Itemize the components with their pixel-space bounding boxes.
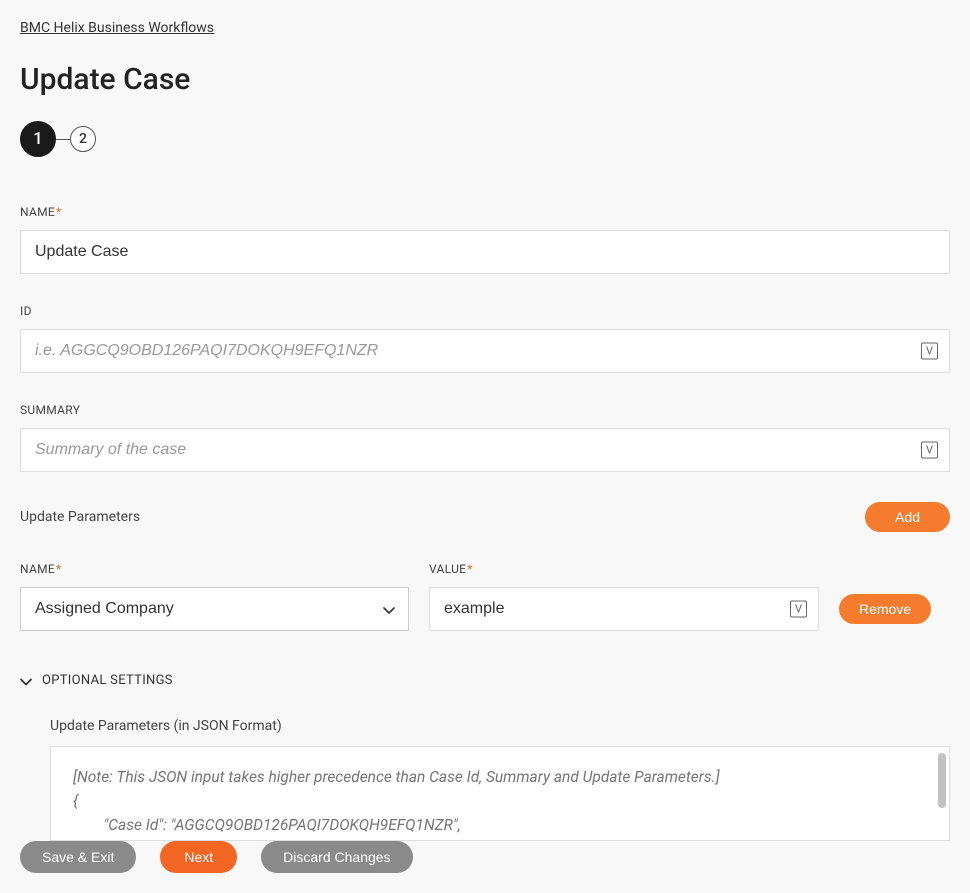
param-name-select[interactable] [20, 587, 409, 631]
optional-settings: OPTIONAL SETTINGS Update Parameters (in … [20, 671, 950, 841]
remove-button[interactable]: Remove [839, 594, 931, 624]
summary-label: SUMMARY [20, 403, 950, 417]
chevron-down-icon [20, 671, 32, 690]
name-field-group: NAME* [20, 205, 950, 274]
name-label-text: NAME [20, 205, 55, 219]
variable-picker-icon[interactable]: V [790, 601, 807, 618]
param-row: NAME* VALUE* V Remove [20, 562, 950, 631]
variable-picker-icon[interactable]: V [921, 442, 938, 459]
update-params-header: Update Parameters Add [20, 502, 950, 532]
param-name-label-text: NAME [20, 562, 55, 576]
optional-settings-toggle[interactable]: OPTIONAL SETTINGS [20, 671, 950, 690]
param-value-col: VALUE* V [429, 562, 819, 631]
variable-picker-icon[interactable]: V [921, 343, 938, 360]
next-button[interactable]: Next [160, 841, 237, 873]
summary-input[interactable] [20, 428, 950, 472]
scrollbar[interactable] [938, 753, 946, 808]
stepper: 1 2 [20, 121, 950, 157]
update-params-title: Update Parameters [20, 509, 140, 525]
step-1[interactable]: 1 [20, 121, 56, 157]
required-mark: * [467, 562, 472, 576]
footer: Save & Exit Next Discard Changes [20, 841, 413, 873]
required-mark: * [56, 205, 61, 219]
name-input[interactable] [20, 230, 950, 274]
json-label: Update Parameters (in JSON Format) [50, 718, 950, 734]
param-value-label: VALUE* [429, 562, 819, 576]
id-label: ID [20, 304, 950, 318]
step-2[interactable]: 2 [70, 126, 96, 152]
json-textarea[interactable] [51, 747, 949, 840]
step-line [56, 139, 70, 140]
id-field-group: ID V [20, 304, 950, 373]
param-value-input[interactable] [429, 587, 819, 631]
add-button[interactable]: Add [865, 502, 950, 532]
breadcrumb-link[interactable]: BMC Helix Business Workflows [20, 20, 214, 36]
param-value-label-text: VALUE [429, 562, 466, 576]
required-mark: * [56, 562, 61, 576]
json-section: Update Parameters (in JSON Format) [20, 718, 950, 841]
discard-button[interactable]: Discard Changes [261, 841, 412, 873]
name-label: NAME* [20, 205, 950, 219]
param-name-col: NAME* [20, 562, 409, 631]
summary-field-group: SUMMARY V [20, 403, 950, 472]
id-input[interactable] [20, 329, 950, 373]
param-name-label: NAME* [20, 562, 409, 576]
optional-settings-title: OPTIONAL SETTINGS [42, 673, 173, 688]
save-exit-button[interactable]: Save & Exit [20, 841, 136, 873]
page-title: Update Case [20, 62, 950, 97]
